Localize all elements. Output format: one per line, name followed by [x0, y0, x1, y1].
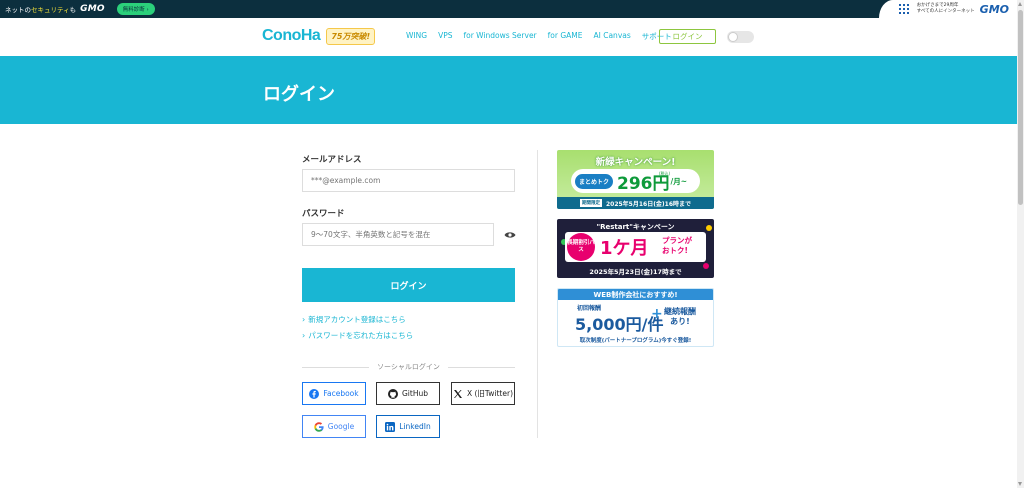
gmo-logo[interactable]: GMO [80, 4, 105, 14]
gmo-top-bar: ネットのセキュリティも GMO 無料診断 › おかげさまで29周年 すべての人に… [0, 0, 1017, 18]
forgot-password-link[interactable]: › パスワードを忘れた方はこちら [302, 330, 413, 341]
price-pill: まとめトク 296円 /月~ (税込) [571, 169, 700, 194]
x-icon [453, 389, 462, 398]
banner-footer: 期間限定 2025年5月16日(金)16時まで [557, 197, 714, 209]
social-login-divider: ソーシャルログイン [302, 362, 515, 372]
price-unit: /月~ [670, 176, 688, 186]
google-icon [314, 421, 324, 432]
x-login-button[interactable]: X (旧Twitter) [451, 382, 515, 405]
partner-program-banner[interactable]: WEB制作会社におすすめ! 初回報酬 5,000円/件 + 継続報酬 あり! 取… [557, 288, 714, 347]
banner-title: WEB制作会社におすすめ! [558, 289, 713, 300]
chevron-right-icon: › [302, 315, 306, 324]
plus-sign: + [651, 306, 663, 322]
main-nav: WING VPS for Windows Server for GAME AI … [406, 31, 672, 42]
scrollbar-thumb[interactable] [1018, 10, 1023, 205]
one-month-text: 1ケ月 [600, 238, 649, 259]
password-label: パスワード [302, 209, 345, 219]
nav-item-windows-server[interactable]: for Windows Server [463, 31, 536, 42]
campaign-banner-shinryoku[interactable]: 新緑キャンペーン! まとめトク 296円 /月~ (税込) 期間限定 2025年… [557, 150, 714, 209]
header-login-button[interactable]: ログイン [659, 29, 716, 44]
facebook-login-button[interactable]: Facebook [302, 382, 366, 405]
login-submit-button[interactable]: ログイン [302, 268, 515, 302]
free-diagnosis-badge[interactable]: 無料診断 › [116, 3, 155, 15]
campaign-banner-restart[interactable]: "Restart"キャンペーン 長期割引パス 1ケ月 プランが おトク! 202… [557, 219, 714, 278]
nav-item-wing[interactable]: WING [406, 31, 427, 42]
hero-banner: ログイン [0, 56, 1017, 124]
gmo-tagline: おかげさまで29周年 すべての人にインターネット [916, 3, 975, 14]
chevron-right-icon: › [302, 331, 306, 340]
banner-title: 新緑キャンペーン! [595, 157, 676, 168]
app-grid-icon[interactable] [898, 4, 909, 14]
google-login-button[interactable]: Google [302, 415, 366, 438]
linkedin-login-button[interactable]: LinkedIn [376, 415, 440, 438]
facebook-icon [309, 388, 320, 399]
linkedin-icon [385, 421, 396, 432]
gmo-group-links: おかげさまで29周年 すべての人にインターネット GMO [878, 0, 1017, 18]
nav-item-game[interactable]: for GAME [548, 31, 583, 42]
long-term-pass-badge: 長期割引パス [567, 233, 595, 261]
theme-toggle[interactable] [727, 31, 754, 43]
banner-footer: 2025年5月23日(金)17時まで [589, 268, 682, 276]
email-input[interactable] [302, 169, 515, 192]
banner-footer: 取次制度(パートナープログラム)今すぐ登録! [579, 338, 692, 344]
scroll-up-icon[interactable] [1018, 2, 1022, 6]
page-title: ログイン [263, 84, 335, 105]
show-password-eye-icon[interactable] [504, 231, 516, 239]
signup-link[interactable]: › 新規アカウント登録はこちら [302, 314, 406, 325]
social-login-heading: ソーシャルログイン [377, 363, 440, 371]
gmo-group-logo[interactable]: GMO [980, 3, 1009, 16]
security-text[interactable]: ネットのセキュリティも [5, 4, 76, 14]
scroll-down-icon[interactable] [1018, 482, 1022, 486]
nav-item-vps[interactable]: VPS [438, 31, 452, 42]
banner-title: "Restart"キャンペーン [596, 223, 675, 231]
tax-note: (税込) [659, 171, 671, 176]
milestone-badge: 75万突破! [326, 27, 376, 45]
github-login-button[interactable]: GitHub [376, 382, 440, 405]
recurring-reward-text: 継続報酬 あり! [664, 307, 696, 326]
page-scrollbar[interactable] [1017, 0, 1024, 488]
nav-item-ai-canvas[interactable]: AI Canvas [594, 31, 631, 42]
email-label: メールアドレス [302, 155, 362, 165]
limited-tag: 期間限定 [579, 199, 602, 207]
banner-card: 長期割引パス 1ケ月 プランが おトク! [565, 232, 706, 262]
site-header: ConoHa 75万突破! WING VPS for Windows Serve… [0, 18, 1017, 56]
plan-text: プランが おトク! [662, 236, 692, 255]
bundle-tag: まとめトク [575, 173, 614, 189]
brand[interactable]: ConoHa 75万突破! [262, 27, 376, 45]
toggle-knob [728, 32, 738, 42]
page: ネットのセキュリティも GMO 無料診断 › おかげさまで29周年 すべての人に… [0, 0, 1024, 488]
github-icon [388, 388, 398, 399]
password-input[interactable] [302, 223, 494, 246]
conoha-logo[interactable]: ConoHa [262, 27, 321, 45]
column-divider [537, 150, 538, 438]
